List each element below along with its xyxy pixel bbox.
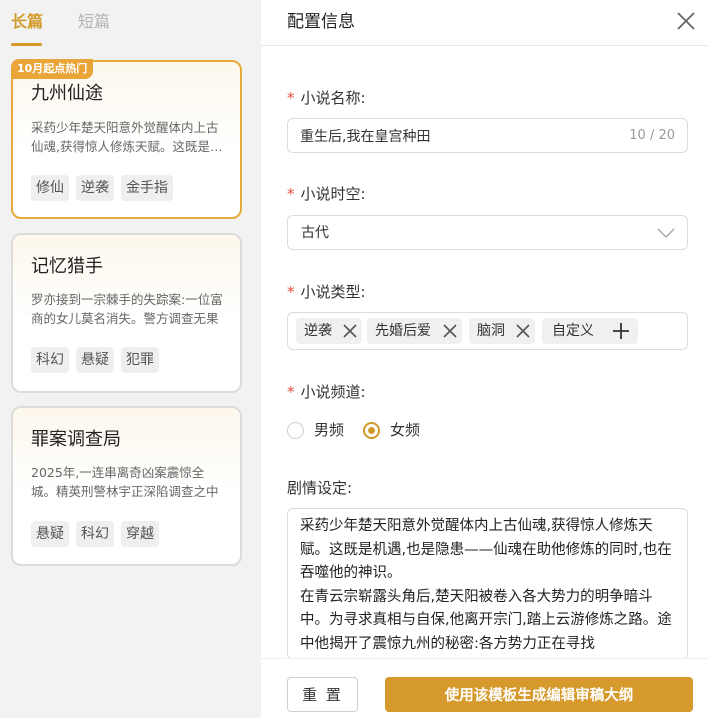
radio-circle-checked	[363, 421, 380, 439]
close-icon[interactable]	[676, 11, 696, 31]
card-tag: 修仙	[31, 175, 69, 201]
novel-name-field: 10 / 20	[287, 118, 688, 153]
card-tag: 科幻	[31, 347, 69, 373]
card-tag: 科幻	[76, 521, 114, 547]
reset-button[interactable]: 重 置	[287, 677, 358, 712]
template-list-panel: 长篇 短篇 10月起点热门 九州仙途 采药少年楚天阳意外觉醒体内上古仙魂,获得惊…	[0, 0, 261, 718]
card-description: 罗亦接到一宗棘手的失踪案:一位富商的女儿莫名消失。警方调查无果	[31, 292, 223, 326]
tab-long[interactable]: 长篇	[11, 11, 43, 33]
template-card-3[interactable]: 罪案调查局 2025年,一连串离奇凶案震惊全城。精英刑警林宇正深陷调查之中 悬疑…	[11, 406, 242, 566]
novel-name-label: * 小说名称:	[287, 89, 366, 107]
card-tags: 科幻 悬疑 犯罪	[31, 347, 159, 373]
required-mark: *	[287, 185, 295, 203]
card-description: 采药少年楚天阳意外觉醒体内上古仙魂,获得惊人修炼天赋。这既是机遇,也是隐患	[31, 120, 223, 154]
template-card-2[interactable]: 记忆猎手 罗亦接到一宗棘手的失踪案:一位富商的女儿莫名消失。警方调查无果 科幻 …	[11, 233, 242, 393]
plus-icon	[613, 323, 629, 339]
card-tag: 悬疑	[76, 347, 114, 373]
plot-setting-label: 剧情设定:	[287, 479, 353, 497]
remove-chip-icon[interactable]	[342, 323, 358, 339]
card-tag: 逆袭	[76, 175, 114, 201]
era-selected-value: 古代	[301, 225, 329, 241]
novel-channel-label: * 小说频道:	[287, 383, 366, 401]
type-chip: 先婚后爱	[367, 318, 462, 344]
radio-male-channel[interactable]: 男频	[287, 420, 344, 440]
card-title: 记忆猎手	[31, 256, 103, 277]
card-tag: 犯罪	[121, 347, 159, 373]
radio-circle	[287, 421, 304, 439]
remove-chip-icon[interactable]	[442, 323, 458, 339]
type-chip: 逆袭	[296, 318, 362, 344]
panel-title: 配置信息	[287, 12, 355, 32]
chevron-down-icon	[657, 228, 675, 239]
hot-badge: 10月起点热门	[11, 59, 94, 79]
card-title: 九州仙途	[31, 83, 103, 104]
card-title: 罪案调查局	[31, 429, 121, 450]
card-tag: 悬疑	[31, 521, 69, 547]
required-mark: *	[287, 383, 295, 401]
config-panel: 配置信息 *小说名称: 10 / 20 *小说时空: 古代 *小说类型: 逆袭 …	[261, 0, 708, 718]
length-tabs: 长篇 短篇	[0, 0, 261, 48]
tab-short[interactable]: 短篇	[78, 11, 110, 33]
type-chip: 脑洞	[469, 318, 535, 344]
radio-female-channel[interactable]: 女频	[363, 420, 420, 440]
char-counter: 10 / 20	[629, 128, 675, 143]
card-description: 2025年,一连串离奇凶案震惊全城。精英刑警林宇正深陷调查之中	[31, 465, 219, 499]
required-mark: *	[287, 89, 295, 107]
card-tag: 穿越	[121, 521, 159, 547]
novel-name-input[interactable]	[300, 119, 620, 152]
generate-outline-button[interactable]: 使用该模板生成编辑审稿大纲	[385, 677, 693, 712]
config-header: 配置信息	[261, 0, 708, 46]
card-tags: 修仙 逆袭 金手指	[31, 175, 173, 201]
card-tags: 悬疑 科幻 穿越	[31, 521, 159, 547]
template-card-1[interactable]: 10月起点热门 九州仙途 采药少年楚天阳意外觉醒体内上古仙魂,获得惊人修炼天赋。…	[11, 59, 242, 219]
required-mark: *	[287, 283, 295, 301]
novel-era-label: * 小说时空:	[287, 185, 366, 203]
action-footer: 重 置 使用该模板生成编辑审稿大纲	[261, 658, 708, 718]
novel-era-select[interactable]: 古代	[287, 215, 688, 250]
remove-chip-icon[interactable]	[515, 323, 531, 339]
novel-type-label: * 小说类型:	[287, 283, 366, 301]
card-tag: 金手指	[121, 175, 173, 201]
custom-type-button[interactable]: 自定义	[542, 318, 638, 344]
novel-type-field: 逆袭 先婚后爱 脑洞 自定义	[287, 312, 688, 350]
active-tab-indicator	[11, 43, 42, 46]
plot-setting-textarea[interactable]: 采药少年楚天阳意外觉醒体内上古仙魂,获得惊人修炼天赋。这既是机遇,也是隐患——仙…	[287, 508, 688, 660]
